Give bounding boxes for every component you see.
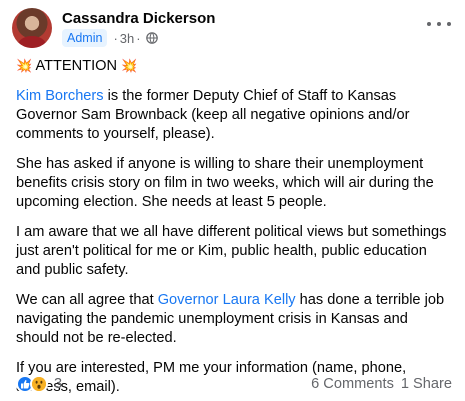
paragraph-4: We can all agree that Governor Laura Kel… — [16, 291, 454, 349]
collision-emoji: 💥 — [121, 58, 138, 73]
collision-emoji: 💥 — [16, 58, 33, 73]
paragraph-2: She has asked if anyone is willing to sh… — [16, 155, 434, 211]
mention-kim-borchers[interactable]: Kim Borchers — [16, 88, 104, 104]
paragraph-1: Kim Borchers is the former Deputy Chief … — [16, 87, 454, 145]
comments-count[interactable]: 6 Comments — [311, 376, 394, 392]
paragraph-3: I am aware that we all have different po… — [16, 223, 447, 279]
author-avatar[interactable] — [12, 8, 52, 48]
more-horizontal-icon[interactable] — [427, 18, 451, 30]
post-footer: 3 6 Comments 1 Share — [16, 374, 452, 394]
meta-separator: · — [136, 30, 141, 46]
paragraph-4-text-before: We can all agree that — [16, 292, 158, 309]
post-headline: 💥 ATTENTION 💥 — [16, 56, 454, 76]
reaction-count[interactable]: 3 — [54, 376, 62, 392]
post-card: Cassandra Dickerson Admin · 3h · 💥 ATTEN… — [0, 0, 465, 401]
shares-count[interactable]: 1 Share — [401, 376, 452, 392]
dot — [437, 22, 441, 26]
post-time[interactable]: 3h — [120, 31, 134, 46]
wow-reaction-icon[interactable] — [30, 375, 48, 393]
globe-icon[interactable] — [145, 32, 158, 44]
post-body: 💥 ATTENTION 💥 Kim Borchers is the former… — [16, 56, 454, 401]
reactions-summary[interactable]: 3 — [16, 375, 62, 393]
author-name[interactable]: Cassandra Dickerson — [62, 10, 215, 27]
admin-badge[interactable]: Admin — [62, 29, 108, 47]
dot — [427, 22, 431, 26]
mention-governor-laura-kelly[interactable]: Governor Laura Kelly — [158, 292, 296, 308]
meta-separator: · — [113, 30, 118, 46]
post-meta: Admin · 3h · — [62, 29, 158, 47]
headline-text: ATTENTION — [35, 58, 118, 74]
dot — [447, 22, 451, 26]
